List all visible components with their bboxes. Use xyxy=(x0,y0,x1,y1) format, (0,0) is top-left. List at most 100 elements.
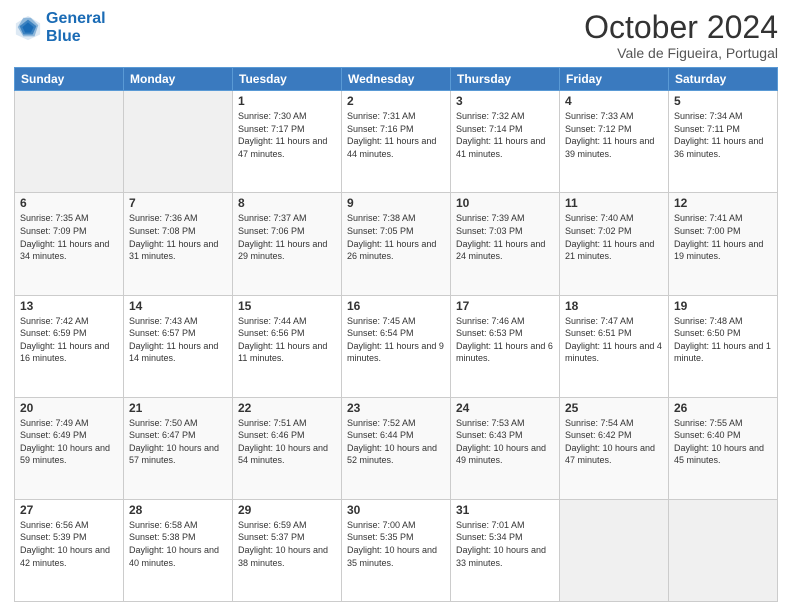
day-info: Sunrise: 6:56 AM Sunset: 5:39 PM Dayligh… xyxy=(20,519,118,569)
week-row-2: 6 Sunrise: 7:35 AM Sunset: 7:09 PM Daylig… xyxy=(15,193,778,295)
day-number: 4 xyxy=(565,94,663,108)
day-number: 8 xyxy=(238,196,336,210)
table-row: 11 Sunrise: 7:40 AM Sunset: 7:02 PM Dayli… xyxy=(560,193,669,295)
table-row: 13Sunrise: 7:42 AM Sunset: 6:59 PM Dayli… xyxy=(15,295,124,397)
table-row: 8 Sunrise: 7:37 AM Sunset: 7:06 PM Daylig… xyxy=(233,193,342,295)
header-tuesday: Tuesday xyxy=(233,68,342,91)
table-row xyxy=(560,499,669,601)
week-row-4: 20 Sunrise: 7:49 AM Sunset: 6:49 PM Dayli… xyxy=(15,397,778,499)
day-number: 17 xyxy=(456,299,554,313)
table-row: 14 Sunrise: 7:43 AM Sunset: 6:57 PM Dayli… xyxy=(124,295,233,397)
table-row: 29Sunrise: 6:59 AM Sunset: 5:37 PM Dayli… xyxy=(233,499,342,601)
table-row: 26 Sunrise: 7:55 AM Sunset: 6:40 PM Dayli… xyxy=(669,397,778,499)
table-row xyxy=(669,499,778,601)
day-info: Sunrise: 7:40 AM Sunset: 7:02 PM Dayligh… xyxy=(565,212,663,262)
header-sunday: Sunday xyxy=(15,68,124,91)
day-info: Sunrise: 7:37 AM Sunset: 7:06 PM Dayligh… xyxy=(238,212,336,262)
day-number: 20 xyxy=(20,401,118,415)
header-saturday: Saturday xyxy=(669,68,778,91)
table-row: 7 Sunrise: 7:36 AM Sunset: 7:08 PM Daylig… xyxy=(124,193,233,295)
week-row-5: 27 Sunrise: 6:56 AM Sunset: 5:39 PM Dayli… xyxy=(15,499,778,601)
table-row: 6 Sunrise: 7:35 AM Sunset: 7:09 PM Daylig… xyxy=(15,193,124,295)
table-row: 9Sunrise: 7:38 AM Sunset: 7:05 PM Daylig… xyxy=(342,193,451,295)
table-row: 12Sunrise: 7:41 AM Sunset: 7:00 PM Dayli… xyxy=(669,193,778,295)
day-number: 15 xyxy=(238,299,336,313)
logo-icon xyxy=(14,14,42,42)
day-number: 26 xyxy=(674,401,772,415)
day-info: Sunrise: 7:54 AM Sunset: 6:42 PM Dayligh… xyxy=(565,417,663,467)
day-info: Sunrise: 7:35 AM Sunset: 7:09 PM Dayligh… xyxy=(20,212,118,262)
table-row: 4 Sunrise: 7:33 AM Sunset: 7:12 PM Daylig… xyxy=(560,91,669,193)
day-number: 6 xyxy=(20,196,118,210)
calendar-header-row: Sunday Monday Tuesday Wednesday Thursday… xyxy=(15,68,778,91)
table-row: 2 Sunrise: 7:31 AM Sunset: 7:16 PM Daylig… xyxy=(342,91,451,193)
week-row-3: 13Sunrise: 7:42 AM Sunset: 6:59 PM Dayli… xyxy=(15,295,778,397)
day-number: 2 xyxy=(347,94,445,108)
logo: General Blue xyxy=(14,10,106,45)
day-number: 11 xyxy=(565,196,663,210)
day-info: Sunrise: 7:49 AM Sunset: 6:49 PM Dayligh… xyxy=(20,417,118,467)
table-row: 31Sunrise: 7:01 AM Sunset: 5:34 PM Dayli… xyxy=(451,499,560,601)
day-info: Sunrise: 6:58 AM Sunset: 5:38 PM Dayligh… xyxy=(129,519,227,569)
day-number: 3 xyxy=(456,94,554,108)
day-info: Sunrise: 7:34 AM Sunset: 7:11 PM Dayligh… xyxy=(674,110,772,160)
table-row: 27 Sunrise: 6:56 AM Sunset: 5:39 PM Dayli… xyxy=(15,499,124,601)
day-number: 24 xyxy=(456,401,554,415)
calendar-subtitle: Vale de Figueira, Portugal xyxy=(584,45,778,61)
day-info: Sunrise: 7:46 AM Sunset: 6:53 PM Dayligh… xyxy=(456,315,554,365)
header-friday: Friday xyxy=(560,68,669,91)
day-info: Sunrise: 7:31 AM Sunset: 7:16 PM Dayligh… xyxy=(347,110,445,160)
page: General Blue October 2024 Vale de Figuei… xyxy=(0,0,792,612)
day-number: 5 xyxy=(674,94,772,108)
table-row: 15 Sunrise: 7:44 AM Sunset: 6:56 PM Dayli… xyxy=(233,295,342,397)
day-info: Sunrise: 7:00 AM Sunset: 5:35 PM Dayligh… xyxy=(347,519,445,569)
day-number: 14 xyxy=(129,299,227,313)
day-info: Sunrise: 6:59 AM Sunset: 5:37 PM Dayligh… xyxy=(238,519,336,569)
table-row xyxy=(15,91,124,193)
table-row: 1Sunrise: 7:30 AM Sunset: 7:17 PM Daylig… xyxy=(233,91,342,193)
day-number: 27 xyxy=(20,503,118,517)
table-row: 18 Sunrise: 7:47 AM Sunset: 6:51 PM Dayli… xyxy=(560,295,669,397)
day-number: 21 xyxy=(129,401,227,415)
day-number: 31 xyxy=(456,503,554,517)
day-info: Sunrise: 7:45 AM Sunset: 6:54 PM Dayligh… xyxy=(347,315,445,365)
day-number: 19 xyxy=(674,299,772,313)
day-info: Sunrise: 7:55 AM Sunset: 6:40 PM Dayligh… xyxy=(674,417,772,467)
day-info: Sunrise: 7:38 AM Sunset: 7:05 PM Dayligh… xyxy=(347,212,445,262)
table-row: 28Sunrise: 6:58 AM Sunset: 5:38 PM Dayli… xyxy=(124,499,233,601)
header-thursday: Thursday xyxy=(451,68,560,91)
day-info: Sunrise: 7:51 AM Sunset: 6:46 PM Dayligh… xyxy=(238,417,336,467)
day-info: Sunrise: 7:44 AM Sunset: 6:56 PM Dayligh… xyxy=(238,315,336,365)
logo-line1: General xyxy=(46,10,106,27)
day-number: 10 xyxy=(456,196,554,210)
day-number: 18 xyxy=(565,299,663,313)
table-row xyxy=(124,91,233,193)
logo-text: General Blue xyxy=(46,10,106,45)
table-row: 3 Sunrise: 7:32 AM Sunset: 7:14 PM Daylig… xyxy=(451,91,560,193)
day-info: Sunrise: 7:33 AM Sunset: 7:12 PM Dayligh… xyxy=(565,110,663,160)
table-row: 16 Sunrise: 7:45 AM Sunset: 6:54 PM Dayli… xyxy=(342,295,451,397)
day-number: 16 xyxy=(347,299,445,313)
day-info: Sunrise: 7:36 AM Sunset: 7:08 PM Dayligh… xyxy=(129,212,227,262)
day-number: 7 xyxy=(129,196,227,210)
calendar-table: Sunday Monday Tuesday Wednesday Thursday… xyxy=(14,67,778,602)
title-block: October 2024 Vale de Figueira, Portugal xyxy=(584,10,778,61)
day-info: Sunrise: 7:39 AM Sunset: 7:03 PM Dayligh… xyxy=(456,212,554,262)
table-row: 21 Sunrise: 7:50 AM Sunset: 6:47 PM Dayli… xyxy=(124,397,233,499)
day-number: 25 xyxy=(565,401,663,415)
day-info: Sunrise: 7:47 AM Sunset: 6:51 PM Dayligh… xyxy=(565,315,663,365)
table-row: 30Sunrise: 7:00 AM Sunset: 5:35 PM Dayli… xyxy=(342,499,451,601)
day-info: Sunrise: 7:32 AM Sunset: 7:14 PM Dayligh… xyxy=(456,110,554,160)
table-row: 23Sunrise: 7:52 AM Sunset: 6:44 PM Dayli… xyxy=(342,397,451,499)
day-info: Sunrise: 7:52 AM Sunset: 6:44 PM Dayligh… xyxy=(347,417,445,467)
day-info: Sunrise: 7:41 AM Sunset: 7:00 PM Dayligh… xyxy=(674,212,772,262)
week-row-1: 1Sunrise: 7:30 AM Sunset: 7:17 PM Daylig… xyxy=(15,91,778,193)
day-info: Sunrise: 7:43 AM Sunset: 6:57 PM Dayligh… xyxy=(129,315,227,365)
table-row: 22Sunrise: 7:51 AM Sunset: 6:46 PM Dayli… xyxy=(233,397,342,499)
table-row: 20 Sunrise: 7:49 AM Sunset: 6:49 PM Dayli… xyxy=(15,397,124,499)
table-row: 19Sunrise: 7:48 AM Sunset: 6:50 PM Dayli… xyxy=(669,295,778,397)
header-wednesday: Wednesday xyxy=(342,68,451,91)
day-info: Sunrise: 7:53 AM Sunset: 6:43 PM Dayligh… xyxy=(456,417,554,467)
table-row: 5 Sunrise: 7:34 AM Sunset: 7:11 PM Daylig… xyxy=(669,91,778,193)
day-info: Sunrise: 7:50 AM Sunset: 6:47 PM Dayligh… xyxy=(129,417,227,467)
